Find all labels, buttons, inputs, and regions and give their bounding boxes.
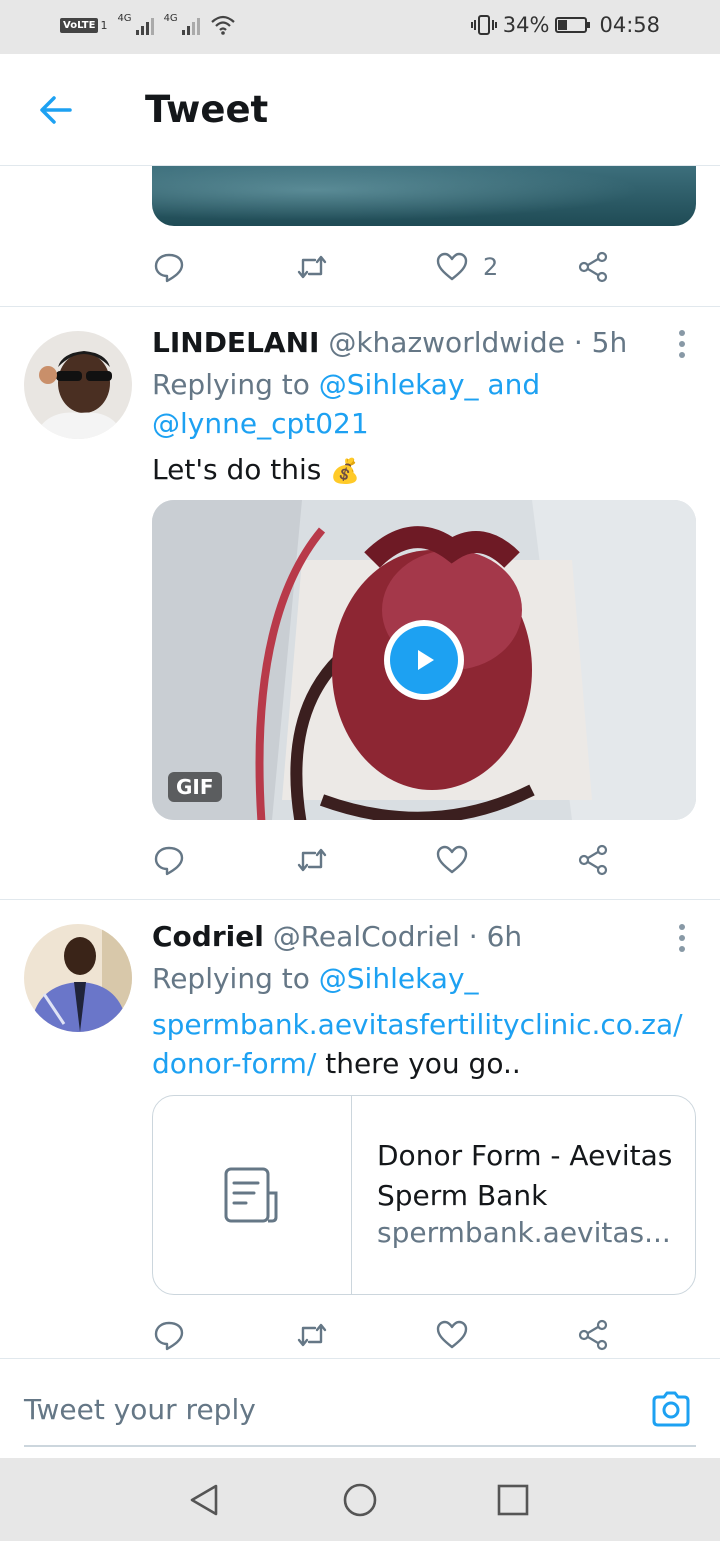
retweet-icon bbox=[297, 848, 327, 872]
like-icon bbox=[436, 252, 468, 281]
mention-link[interactable]: @lynne_cpt021 bbox=[152, 407, 369, 440]
more-icon[interactable] bbox=[678, 924, 686, 952]
share-button[interactable] bbox=[577, 1315, 611, 1355]
share-icon bbox=[578, 844, 608, 876]
replying-and[interactable]: and bbox=[479, 368, 540, 401]
url-link[interactable]: spermbank.aevitasfertilityclinic.co.za/ bbox=[152, 1008, 683, 1041]
avatar[interactable] bbox=[24, 331, 132, 439]
nav-back-icon[interactable] bbox=[186, 1482, 222, 1518]
signal-icon bbox=[181, 15, 200, 35]
tweet-body: there you go.. bbox=[316, 1047, 521, 1080]
divider bbox=[0, 899, 720, 900]
play-icon bbox=[390, 626, 458, 694]
user-handle[interactable]: @khazworldwide bbox=[328, 326, 565, 359]
top-app-bar: Tweet bbox=[0, 54, 720, 166]
play-button[interactable] bbox=[384, 620, 464, 700]
replying-prefix: Replying to bbox=[152, 368, 319, 401]
share-icon bbox=[578, 1319, 608, 1351]
reply-icon bbox=[154, 253, 184, 283]
tweet-header: Codriel @RealCodriel · 6h bbox=[152, 920, 522, 953]
reply-composer: Tweet your reply bbox=[0, 1358, 720, 1458]
camera-icon[interactable] bbox=[650, 1389, 692, 1429]
tweet-text: spermbank.aevitasfertilityclinic.co.za/ … bbox=[152, 1005, 683, 1083]
network-type-1: 4G bbox=[117, 12, 132, 24]
reply-icon bbox=[154, 846, 184, 876]
like-button[interactable] bbox=[435, 1315, 469, 1355]
tweet-actions: 2 bbox=[152, 247, 622, 287]
gif-media[interactable]: GIF bbox=[152, 500, 696, 820]
mention-link[interactable]: @Sihlekay_ bbox=[319, 368, 479, 401]
vibrate-icon bbox=[470, 15, 497, 35]
retweet-button[interactable] bbox=[295, 247, 329, 287]
gif-badge: GIF bbox=[168, 772, 222, 802]
tweet-age: 6h bbox=[486, 920, 523, 953]
avatar[interactable] bbox=[24, 924, 132, 1032]
separator: · bbox=[468, 920, 478, 953]
retweet-button[interactable] bbox=[295, 840, 329, 880]
like-button[interactable]: 2 bbox=[435, 247, 498, 287]
mention-link[interactable]: @Sihlekay_ bbox=[319, 962, 479, 995]
tweet-actions bbox=[152, 840, 622, 880]
reply-button[interactable] bbox=[152, 247, 186, 287]
like-icon bbox=[436, 845, 468, 874]
share-icon bbox=[578, 251, 608, 283]
tweet-media-partial[interactable] bbox=[152, 166, 696, 226]
user-name[interactable]: LINDELANI bbox=[152, 326, 319, 359]
retweet-icon bbox=[297, 1323, 327, 1347]
reply-icon bbox=[154, 1321, 184, 1351]
network-type-2: 4G bbox=[163, 12, 178, 24]
status-right: 34% 04:58 bbox=[470, 13, 660, 37]
tweet-age: 5h bbox=[591, 326, 628, 359]
user-handle[interactable]: @RealCodriel bbox=[273, 920, 460, 953]
like-button[interactable] bbox=[435, 840, 469, 880]
back-arrow-icon[interactable] bbox=[36, 90, 76, 130]
tweet-body: Let's do this bbox=[152, 453, 322, 486]
link-card[interactable]: Donor Form - Aevitas Sperm Bank spermban… bbox=[152, 1095, 696, 1295]
replying-to: Replying to @Sihlekay_ bbox=[152, 959, 479, 998]
retweet-icon bbox=[297, 255, 327, 279]
nav-recents-icon[interactable] bbox=[495, 1482, 531, 1518]
replying-to: Replying to @Sihlekay_ and @lynne_cpt021 bbox=[152, 365, 540, 443]
status-bar: VoLTE 1 4G 4G 34% 04:58 bbox=[0, 0, 720, 54]
tweet-actions bbox=[152, 1315, 622, 1355]
tweet-text: Let's do this 💰 bbox=[152, 450, 360, 491]
retweet-button[interactable] bbox=[295, 1315, 329, 1355]
share-button[interactable] bbox=[577, 840, 611, 880]
sim-indicator: 1 bbox=[100, 18, 108, 32]
like-count: 2 bbox=[483, 253, 499, 281]
card-url: spermbank.aevitas... bbox=[377, 1216, 671, 1249]
separator: · bbox=[573, 326, 583, 359]
user-name[interactable]: Codriel bbox=[152, 920, 264, 953]
replying-prefix: Replying to bbox=[152, 962, 319, 995]
reply-input[interactable]: Tweet your reply bbox=[24, 1393, 256, 1426]
page-title: Tweet bbox=[145, 88, 269, 131]
reply-button[interactable] bbox=[152, 840, 186, 880]
url-link[interactable]: donor-form/ bbox=[152, 1047, 316, 1080]
divider bbox=[0, 306, 720, 307]
card-title: Donor Form - Aevitas Sperm Bank bbox=[377, 1139, 673, 1212]
more-icon[interactable] bbox=[678, 330, 686, 358]
reply-button[interactable] bbox=[152, 1315, 186, 1355]
tweet-header: LINDELANI @khazworldwide · 5h bbox=[152, 326, 627, 359]
like-icon bbox=[436, 1320, 468, 1349]
money-bag-emoji: 💰 bbox=[330, 457, 361, 485]
document-icon bbox=[224, 1167, 278, 1223]
system-nav-bar bbox=[0, 1458, 720, 1541]
battery-icon bbox=[555, 17, 591, 33]
signal-icon bbox=[135, 15, 154, 35]
status-left: VoLTE 1 4G 4G bbox=[60, 12, 236, 36]
nav-home-icon[interactable] bbox=[342, 1482, 378, 1518]
volte-badge: VoLTE bbox=[60, 17, 99, 33]
clock: 04:58 bbox=[599, 13, 660, 37]
battery-percent: 34% bbox=[502, 13, 550, 37]
card-thumbnail bbox=[153, 1096, 352, 1294]
reply-underline bbox=[24, 1445, 696, 1447]
share-button[interactable] bbox=[577, 247, 611, 287]
wifi-icon bbox=[210, 15, 235, 35]
